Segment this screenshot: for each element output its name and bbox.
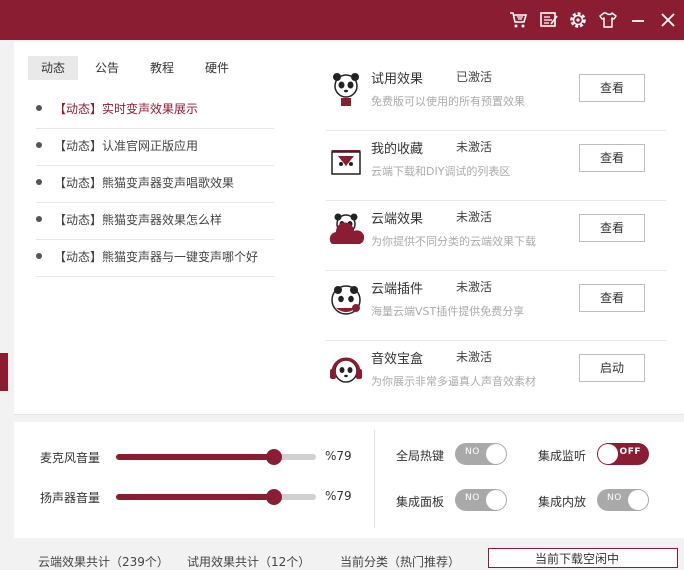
settings-icon[interactable] [568,10,588,30]
feature-description: 为你展示非常多逼真人声音效素材 [371,375,536,388]
cart-icon[interactable] [508,10,528,30]
feature-name: 云端效果 [371,212,424,227]
tab-announcement[interactable]: 公告 [84,56,130,80]
toggle-state: OFF [619,447,641,457]
feature-name: 试用效果 [371,72,424,87]
speaker-volume-value: %79 [325,489,352,503]
feature-name: 音效宝盒 [371,352,424,367]
feature-status: 已激活 [456,70,493,84]
feature-status: 未激活 [456,350,493,364]
global-hotkey-toggle[interactable]: NO [455,443,507,465]
news-item[interactable]: 【动态】认准官网正版应用 [36,129,274,166]
mic-volume-label: 麦克风音量 [40,451,101,465]
skin-icon[interactable] [598,10,618,30]
toggle-state: NO [465,493,480,503]
mic-volume-fill [116,454,274,460]
current-category: 当前分类（热门推荐） [340,555,461,569]
bullet-icon [36,216,42,222]
launch-sound-box-button[interactable]: 启动 [579,354,645,382]
panda-plugin-icon [328,282,364,318]
feature-description: 海量云端VST插件提供免费分享 [371,305,525,318]
view-trial-button[interactable]: 查看 [579,74,645,102]
bullet-icon [36,105,42,111]
news-item[interactable]: 【动态】熊猫变声器效果怎么样 [36,203,274,240]
feature-status: 未激活 [456,280,493,294]
mic-volume-value: %79 [325,449,352,463]
view-favorites-button[interactable]: 查看 [579,144,645,172]
speaker-volume-label: 扬声器音量 [40,491,101,505]
feature-description: 为你提供不同分类的云端效果下载 [371,235,536,248]
cloud-effects-count: 云端效果共计（239个） [38,555,169,569]
toggle-knob [486,490,506,510]
mic-volume-slider[interactable] [116,449,316,465]
feature-description: 免费版可以使用的所有预置效果 [371,95,525,108]
bullet-icon [36,253,42,259]
news-item-text: 【动态】熊猫变声器变声唱歌效果 [54,176,235,190]
news-item-text: 【动态】熊猫变声器效果怎么样 [54,213,223,227]
news-item-text: 【动态】实时变声效果展示 [54,102,199,116]
feature-row-sound-box: 音效宝盒 未激活 为你展示非常多逼真人声音效素材 启动 [326,340,666,410]
view-cloud-effects-button[interactable]: 查看 [579,214,645,242]
panda-trial-icon [328,72,364,108]
tab-tutorial[interactable]: 教程 [139,56,185,80]
bullet-icon [36,179,42,185]
toggle-state: NO [607,493,622,503]
trial-effects-count: 试用效果共计（12个） [187,555,311,569]
toggle-state: NO [465,447,480,457]
news-item[interactable]: 【动态】熊猫变声器与一键变声哪个好 [36,240,274,277]
feature-name: 我的收藏 [371,142,424,157]
speaker-volume-slider[interactable] [116,489,316,505]
feature-status: 未激活 [456,210,493,224]
feature-name: 云端插件 [371,282,424,297]
title-bar [0,0,684,40]
toggle-knob [486,444,506,464]
news-item[interactable]: 【动态】实时变声效果展示 [36,92,274,129]
feature-row-trial: 试用效果 已激活 免费版可以使用的所有预置效果 查看 [326,60,666,131]
integrated-monitor-toggle[interactable]: OFF [597,443,649,465]
bullet-icon [36,142,42,148]
speaker-volume-fill [116,494,274,500]
feature-status: 未激活 [456,140,493,154]
download-status: 当前下载空闲中 [488,548,678,568]
tab-dynamic[interactable]: 动态 [28,56,78,80]
speaker-volume-thumb[interactable] [266,489,282,505]
feature-description: 云端下载和DIY调试的列表区 [371,165,511,178]
panda-headphones-icon [328,352,364,388]
view-cloud-plugins-button[interactable]: 查看 [579,284,645,312]
feedback-icon[interactable] [539,10,559,30]
integrated-panel-toggle[interactable]: NO [455,489,507,511]
toggle-knob [628,490,648,510]
controls-panel [14,422,684,538]
toggle-knob [598,444,618,464]
tab-hardware[interactable]: 硬件 [194,56,240,80]
news-item-text: 【动态】认准官网正版应用 [54,139,199,153]
left-accent-bar [0,353,8,391]
news-item[interactable]: 【动态】熊猫变声器变声唱歌效果 [36,166,274,203]
integrated-monitor-label: 集成监听 [538,449,587,463]
minimize-icon[interactable] [628,10,648,30]
integrated-playback-toggle[interactable]: NO [597,489,649,511]
feature-row-cloud-plugins: 云端插件 未激活 海量云端VST插件提供免费分享 查看 [326,270,666,341]
global-hotkey-label: 全局热键 [396,449,445,463]
close-icon[interactable] [658,10,678,30]
panda-cloud-icon [328,212,364,248]
panda-favorites-icon [328,142,364,178]
news-item-text: 【动态】熊猫变声器与一键变声哪个好 [54,250,259,264]
divider [374,430,375,528]
feature-row-favorites: 我的收藏 未激活 云端下载和DIY调试的列表区 查看 [326,130,666,201]
mic-volume-thumb[interactable] [266,449,282,465]
feature-row-cloud-effects: 云端效果 未激活 为你提供不同分类的云端效果下载 查看 [326,200,666,271]
integrated-panel-label: 集成面板 [396,495,445,509]
integrated-playback-label: 集成内放 [538,495,587,509]
